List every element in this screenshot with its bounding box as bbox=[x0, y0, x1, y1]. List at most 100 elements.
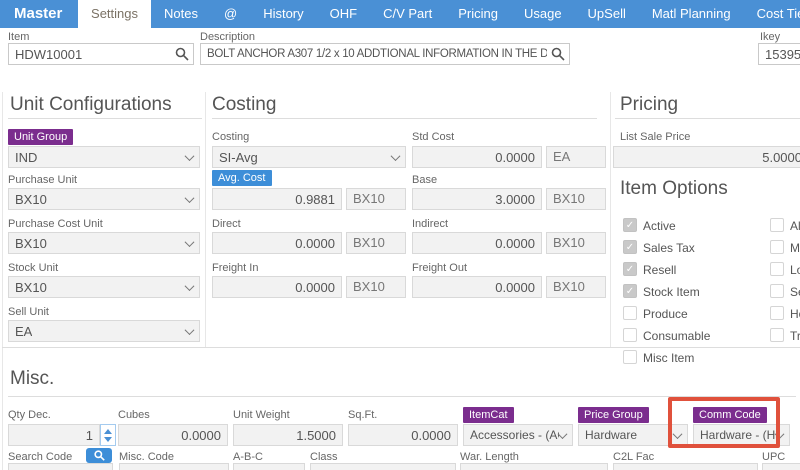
costing-title: Costing bbox=[212, 94, 277, 115]
checkbox-option-col2[interactable] bbox=[770, 240, 784, 254]
itemcat-select[interactable]: Accessories - (ACC) bbox=[463, 424, 573, 446]
list-sale-price-label: List Sale Price bbox=[620, 131, 691, 143]
purchase-cost-unit-label: Purchase Cost Unit bbox=[8, 218, 103, 230]
stepper-down-icon[interactable] bbox=[104, 436, 112, 442]
std-cost-input[interactable] bbox=[412, 146, 542, 168]
checkbox-produce[interactable] bbox=[623, 306, 637, 320]
ikey-input[interactable] bbox=[758, 43, 800, 65]
costing-method-select[interactable]: SI-Avg bbox=[212, 146, 406, 168]
unit-group-badge: Unit Group bbox=[8, 129, 74, 145]
unit-group-select[interactable]: IND bbox=[8, 146, 200, 168]
freight-in-input[interactable] bbox=[212, 276, 342, 298]
checkbox-option-col2[interactable] bbox=[770, 284, 784, 298]
indirect-input[interactable] bbox=[412, 232, 542, 254]
checkbox-stock-item[interactable] bbox=[623, 284, 637, 298]
column-divider bbox=[205, 92, 206, 347]
checkbox-resell[interactable] bbox=[623, 262, 637, 276]
tab-settings[interactable]: Settings bbox=[78, 0, 152, 28]
checkbox-misc-item[interactable] bbox=[623, 350, 637, 364]
chevron-down-icon bbox=[184, 192, 195, 203]
checkbox-consumable-label: Consumable bbox=[643, 329, 711, 343]
purchase-unit-select[interactable]: BX10 bbox=[8, 188, 200, 210]
freight-out-input[interactable] bbox=[412, 276, 542, 298]
sell-unit-value: EA bbox=[15, 323, 33, 339]
tab-pricing[interactable]: Pricing bbox=[445, 0, 511, 28]
tab-usage[interactable]: Usage bbox=[511, 0, 575, 28]
price-group-value: Hardware bbox=[585, 428, 638, 442]
checkbox-option-col2[interactable] bbox=[770, 328, 784, 342]
freight-out-label: Freight Out bbox=[412, 262, 468, 274]
sell-unit-select[interactable]: EA bbox=[8, 320, 200, 342]
chevron-down-icon bbox=[557, 428, 568, 439]
avg-cost-input[interactable] bbox=[212, 188, 342, 210]
class-input[interactable] bbox=[310, 463, 456, 470]
tab-matl-planning[interactable]: Matl Planning bbox=[639, 0, 744, 28]
item-input[interactable] bbox=[8, 43, 194, 65]
freight-in-unit: BX10 bbox=[346, 276, 406, 298]
checkbox-option-col2[interactable] bbox=[770, 262, 784, 276]
search-code-label: Search Code bbox=[8, 451, 73, 463]
checkbox-option-col2[interactable] bbox=[770, 218, 784, 232]
direct-input[interactable] bbox=[212, 232, 342, 254]
heading-rule bbox=[8, 396, 796, 397]
avg-cost-unit: BX10 bbox=[346, 188, 406, 210]
unit-weight-input[interactable] bbox=[233, 424, 343, 446]
search-icon[interactable] bbox=[551, 47, 565, 66]
cubes-input[interactable] bbox=[118, 424, 228, 446]
description-input[interactable] bbox=[200, 43, 570, 65]
comm-code-select[interactable]: Hardware - (Hardw bbox=[693, 424, 790, 446]
tab-cv-part[interactable]: C/V Part bbox=[370, 0, 445, 28]
upc-input[interactable] bbox=[762, 463, 800, 470]
qty-dec-stepper[interactable] bbox=[100, 424, 116, 446]
misc-title: Misc. bbox=[10, 368, 55, 389]
c2l-fac-label: C2L Fac bbox=[613, 451, 655, 463]
tab-notes[interactable]: Notes bbox=[151, 0, 211, 28]
stock-unit-label: Stock Unit bbox=[8, 262, 59, 274]
search-icon[interactable] bbox=[175, 47, 189, 66]
indirect-label: Indirect bbox=[412, 218, 449, 230]
stock-unit-select[interactable]: BX10 bbox=[8, 276, 200, 298]
search-code-input[interactable] bbox=[8, 463, 113, 470]
chevron-down-icon bbox=[184, 324, 195, 335]
item-options-title: Item Options bbox=[620, 178, 728, 199]
base-input[interactable] bbox=[412, 188, 542, 210]
misc-code-input[interactable] bbox=[119, 463, 229, 470]
war-length-input[interactable] bbox=[460, 463, 608, 470]
class-label: Class bbox=[310, 451, 338, 463]
chevron-down-icon bbox=[672, 428, 683, 439]
chevron-down-icon bbox=[774, 428, 785, 439]
checkbox-consumable[interactable] bbox=[623, 328, 637, 342]
checkbox-sales-tax[interactable] bbox=[623, 240, 637, 254]
checkbox-sales-tax-label: Sales Tax bbox=[643, 241, 695, 255]
ikey-label: Ikey bbox=[760, 31, 781, 43]
section-divider bbox=[2, 347, 800, 348]
stock-unit-value: BX10 bbox=[15, 279, 47, 295]
checkbox-option-col2[interactable] bbox=[770, 306, 784, 320]
price-group-select[interactable]: Hardware bbox=[578, 424, 688, 446]
qty-dec-input[interactable] bbox=[8, 424, 100, 446]
purchase-unit-value: BX10 bbox=[15, 191, 47, 207]
tab-ohf[interactable]: OHF bbox=[317, 0, 370, 28]
c2l-fac-input[interactable] bbox=[613, 463, 758, 470]
checkbox-active-label: Active bbox=[643, 219, 676, 233]
column-divider bbox=[610, 92, 611, 347]
search-code-button[interactable] bbox=[86, 448, 112, 463]
price-group-badge: Price Group bbox=[578, 407, 649, 423]
std-cost-label: Std Cost bbox=[412, 131, 455, 143]
unit-group-value: IND bbox=[15, 149, 38, 165]
tab-cost-tiers[interactable]: Cost Tiers bbox=[744, 0, 800, 28]
tab-at[interactable]: @ bbox=[211, 0, 250, 28]
abc-input[interactable] bbox=[233, 463, 305, 470]
unit-configurations-title: Unit Configurations bbox=[10, 94, 172, 115]
itemcat-value: Accessories - (ACC) bbox=[470, 428, 559, 442]
tab-history[interactable]: History bbox=[250, 0, 316, 28]
checkbox-active[interactable] bbox=[623, 218, 637, 232]
list-sale-price-input[interactable] bbox=[613, 146, 800, 168]
sqft-input[interactable] bbox=[348, 424, 458, 446]
purchase-cost-unit-select[interactable]: BX10 bbox=[8, 232, 200, 254]
heading-rule bbox=[212, 118, 597, 119]
tab-upsell[interactable]: UpSell bbox=[575, 0, 639, 28]
stepper-up-icon[interactable] bbox=[104, 428, 112, 434]
purchase-unit-label: Purchase Unit bbox=[8, 174, 78, 186]
checkbox-stock-item-label: Stock Item bbox=[643, 285, 700, 299]
